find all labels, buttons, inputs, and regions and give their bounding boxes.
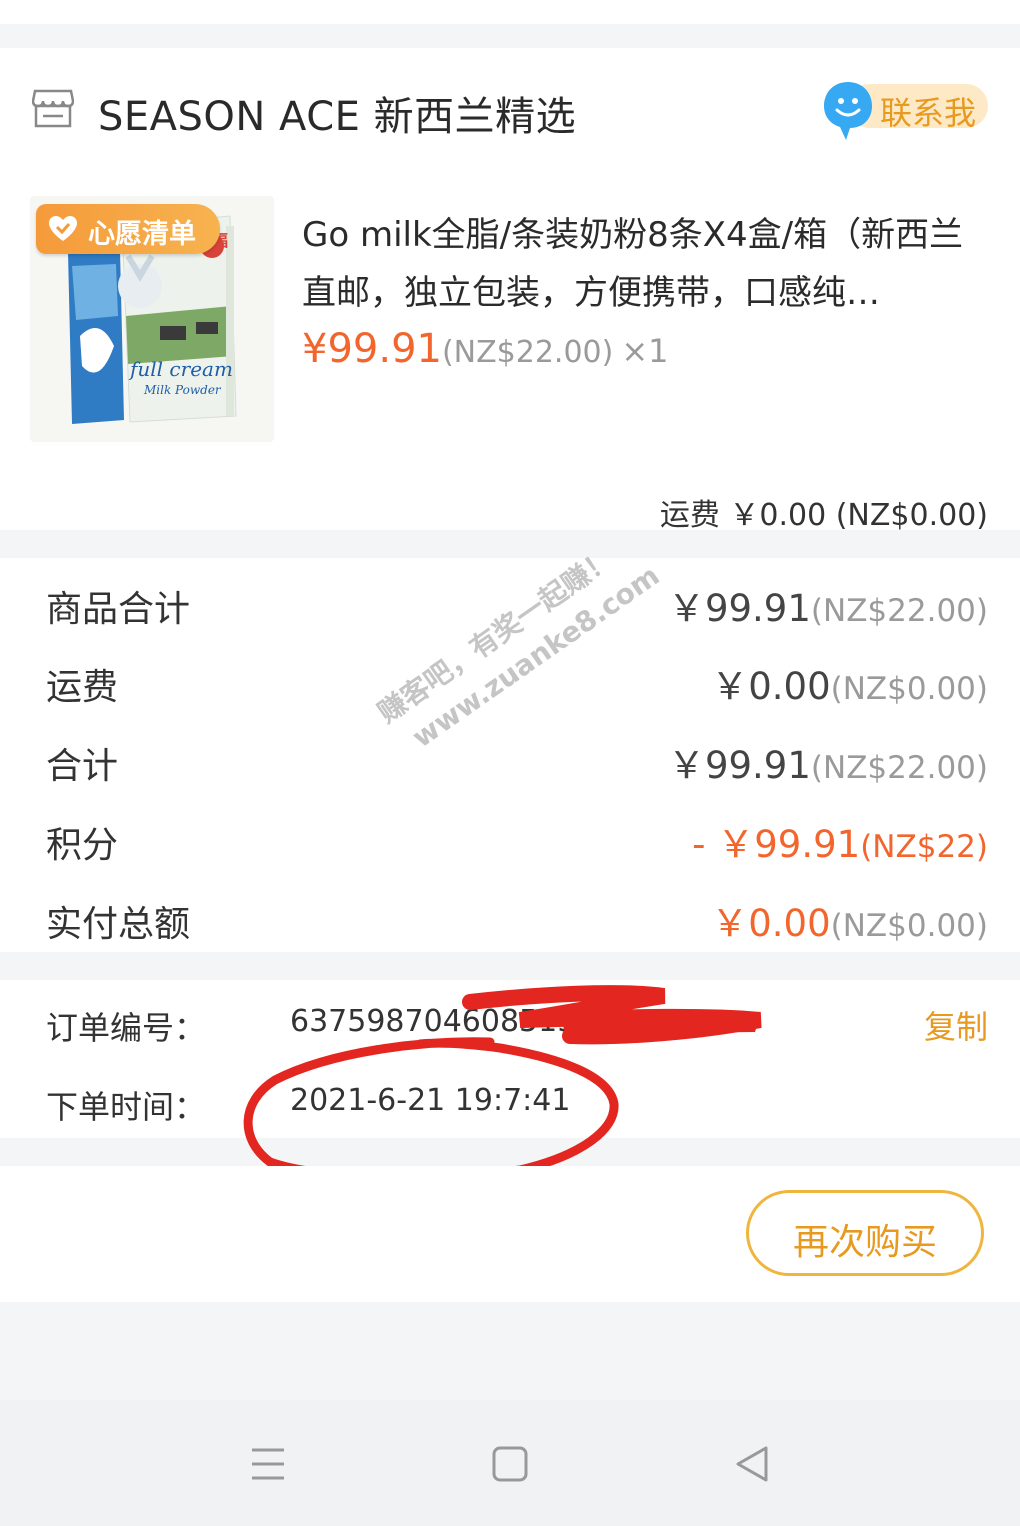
system-navigation-bar [0,1400,1020,1526]
heart-icon [49,216,77,241]
product-quantity: ×1 [621,332,669,370]
summary-value: ￥0.00(NZ$0.00) [711,656,988,710]
summary-row: 积分 - ￥99.91(NZ$22) [0,798,1020,876]
buy-again-button[interactable]: 再次购买 [746,1190,984,1276]
product-price-line: ¥99.91(NZ$22.00) ×1 [302,326,669,372]
shipping-fee-line: 运费 ￥0.00 (NZ$0.00) [659,498,988,533]
summary-label: 运费 [46,667,119,708]
store-name[interactable]: SEASON ACE 新西兰精选 [98,84,576,142]
summary-row: 实付总额 ￥0.00(NZ$0.00) [0,877,1020,955]
summary-amount-cny: ￥0.00 [711,902,831,945]
top-strip [0,0,1020,24]
product-title[interactable]: Go milk全脂/条装奶粉8条X4盒/箱（新西兰直邮，独立包装，方便携带，口感… [302,206,982,322]
summary-value: ￥99.91(NZ$22.00) [668,578,988,632]
summary-value: - ￥99.91(NZ$22) [692,814,988,868]
summary-amount-nz: (NZ$0.00) [830,671,988,707]
contact-label: 联系我 [880,94,977,132]
summary-label: 实付总额 [46,904,191,945]
wishlist-badge-label: 心愿清单 [88,219,196,250]
buy-again-label: 再次购买 [792,1222,937,1263]
summary-amount-cny: - ￥99.91 [692,823,861,866]
summary-amount-nz: (NZ$0.00) [830,908,988,944]
store-icon [32,89,74,128]
summary-amount-nz: (NZ$22) [860,829,988,865]
summary-amount-cny: ￥99.91 [667,587,811,630]
chat-bubble-icon [824,82,872,140]
box-label-line2: Milk Powder [143,383,222,397]
circle-annotation [243,1037,619,1182]
box-label-line1: full cream [128,357,233,381]
back-icon[interactable] [730,1442,774,1486]
summary-amount-nz: (NZ$22.00) [810,593,988,629]
summary-label: 积分 [46,825,119,866]
menu-icon[interactable] [246,1442,290,1486]
contact-seller-button[interactable]: 联系我 [822,80,988,140]
store-header[interactable]: SEASON ACE 新西兰精选 联系我 [0,60,1020,160]
product-price-cny: ¥99.91 [302,326,442,372]
summary-label: 合计 [46,746,119,787]
wishlist-badge: 心愿清单 [36,204,220,254]
summary-amount-cny: ￥99.91 [667,744,811,787]
summary-value: ￥0.00(NZ$0.00) [711,893,988,947]
summary-value: ￥99.91(NZ$22.00) [668,735,988,789]
product-price-nz: (NZ$22.00) [441,335,614,370]
summary-label: 商品合计 [46,589,191,630]
summary-row: 合计 ￥99.91(NZ$22.00) [0,719,1020,797]
home-icon[interactable] [488,1442,532,1486]
summary-amount-nz: (NZ$22.00) [810,750,988,786]
summary-amount-cny: ￥0.00 [711,665,831,708]
